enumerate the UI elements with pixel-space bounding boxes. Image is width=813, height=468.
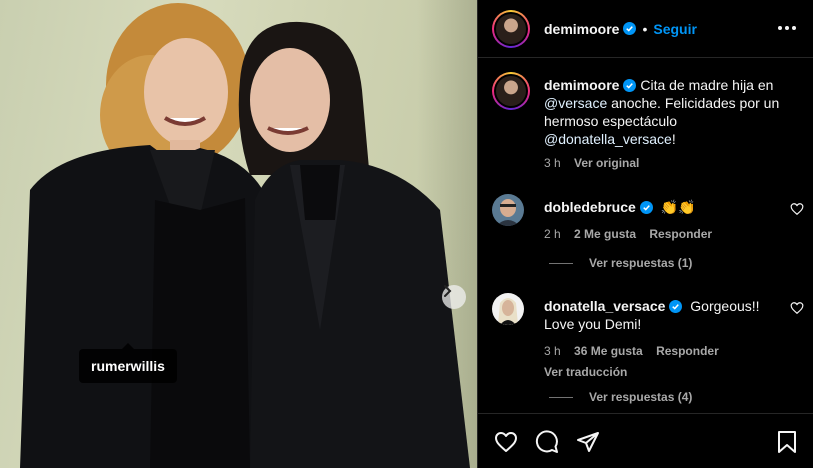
mention-link[interactable]: @versace <box>544 95 607 111</box>
heart-icon[interactable] <box>494 430 518 454</box>
right-person-face <box>250 48 330 152</box>
photo-illustration <box>20 3 470 468</box>
caption-avatar[interactable] <box>492 72 530 110</box>
post-photo[interactable]: rumerwillis <box>0 0 477 468</box>
verified-badge-icon <box>623 22 637 35</box>
caption-text: demimoore Cita de madre hija en @versace… <box>544 76 794 172</box>
comment-likes[interactable]: 2 Me gusta <box>574 227 636 241</box>
post-header: demimoore • Seguir <box>478 0 813 58</box>
reply-button[interactable]: Responder <box>656 344 719 358</box>
action-bar <box>478 413 813 468</box>
reply-button[interactable]: Responder <box>649 227 712 241</box>
chevron-right-icon <box>444 285 452 297</box>
comment-body: dobledebruce 👏👏 2 h 2 Me gusta Responder <box>544 198 774 243</box>
caption-time: 3 h <box>544 156 561 170</box>
view-replies-button[interactable]: Ver respuestas (1) <box>549 256 692 270</box>
comment-like-icon[interactable] <box>790 301 804 315</box>
right-person-jacket <box>250 160 470 468</box>
caption-text-part: ! <box>671 131 676 147</box>
commenter-username[interactable]: dobledebruce <box>544 199 636 215</box>
bookmark-icon[interactable] <box>776 430 798 454</box>
comment-likes[interactable]: 36 Me gusta <box>574 344 643 358</box>
caption-text-part: Cita de madre hija en <box>636 77 774 93</box>
mention-link[interactable]: @donatella_versace <box>544 131 672 147</box>
see-original-link[interactable]: Ver original <box>574 156 639 170</box>
comment-like-icon[interactable] <box>790 202 804 216</box>
verified-badge-icon <box>623 79 637 92</box>
replies-divider <box>549 262 573 264</box>
caption-username[interactable]: demimoore <box>544 77 619 93</box>
replies-divider <box>549 396 573 398</box>
post-side-panel: demimoore • Seguir demimoore Cita de mad… <box>477 0 813 468</box>
author-username[interactable]: demimoore <box>544 21 619 37</box>
separator-dot: • <box>642 20 648 37</box>
more-options-icon[interactable] <box>775 18 799 38</box>
comment-body: donatella_versace Gorgeous!! Love you De… <box>544 297 774 381</box>
commenter-avatar[interactable] <box>492 194 524 226</box>
see-translation-link[interactable]: Ver traducción <box>544 365 627 379</box>
left-person-face <box>144 38 228 146</box>
comment-icon[interactable] <box>535 430 559 454</box>
follow-button[interactable]: Seguir <box>653 21 697 37</box>
commenter-avatar[interactable] <box>492 293 524 325</box>
commenter-username[interactable]: donatella_versace <box>544 298 665 314</box>
author-avatar[interactable] <box>492 9 530 48</box>
view-replies-label: Ver respuestas (1) <box>589 256 693 270</box>
comment-time: 3 h <box>544 344 561 358</box>
verified-badge-icon <box>669 300 683 313</box>
comment-time: 2 h <box>544 227 561 241</box>
view-replies-button[interactable]: Ver respuestas (4) <box>549 390 692 404</box>
next-photo-button[interactable] <box>442 285 466 309</box>
user-tag-label[interactable]: rumerwillis <box>79 343 177 383</box>
view-replies-label: Ver respuestas (4) <box>589 390 693 404</box>
verified-badge-icon <box>639 201 653 214</box>
comment-text: 👏👏 <box>660 199 696 215</box>
share-icon[interactable] <box>576 430 600 454</box>
